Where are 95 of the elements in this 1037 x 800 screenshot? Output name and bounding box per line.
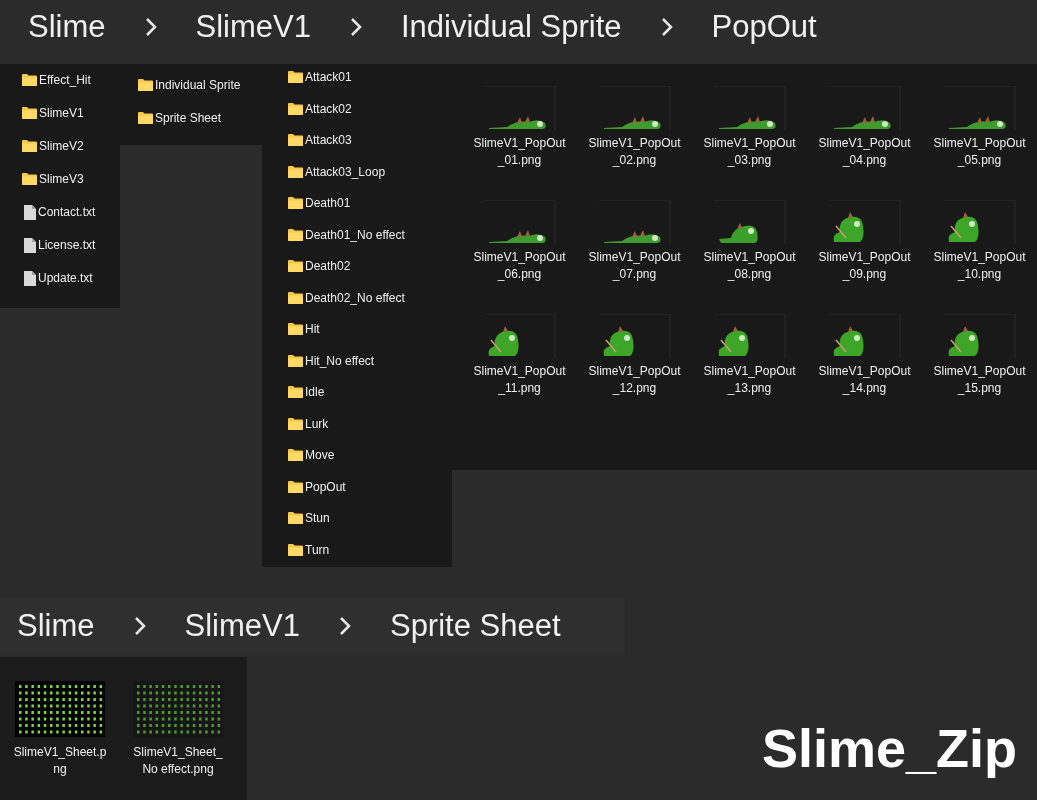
slime-sprite-icon bbox=[946, 114, 1009, 130]
chevron-icon bbox=[659, 16, 674, 38]
folder-icon bbox=[288, 197, 303, 209]
folder-icon bbox=[22, 173, 37, 185]
folder-icon bbox=[288, 543, 303, 556]
breadcrumb-item[interactable]: SlimeV1 bbox=[184, 602, 300, 650]
folder-icon bbox=[288, 386, 303, 398]
file-list-item[interactable]: Attack03 bbox=[288, 131, 452, 149]
image-file-item[interactable]: SlimeV1_PopOut _02.png bbox=[577, 86, 692, 169]
folder-icon bbox=[288, 417, 303, 430]
file-list-item[interactable]: Move bbox=[288, 446, 452, 464]
folder-icon bbox=[288, 260, 303, 272]
folder-icon bbox=[288, 102, 303, 115]
chevron-icon bbox=[143, 16, 158, 38]
file-list-item[interactable]: Contact.txt bbox=[22, 203, 120, 221]
slime-sprite-icon bbox=[601, 326, 636, 358]
image-file-item[interactable]: SlimeV1_PopOut _14.png bbox=[807, 314, 922, 397]
slime-sprite-icon bbox=[716, 326, 751, 358]
folder-icon bbox=[288, 354, 303, 367]
document-icon bbox=[24, 237, 36, 253]
slime-sprite-icon bbox=[601, 228, 664, 244]
file-list-item[interactable]: SlimeV2 bbox=[22, 137, 120, 155]
slime-sprite-icon bbox=[486, 326, 521, 358]
folder-icon bbox=[138, 79, 153, 91]
file-list-item[interactable]: Hit_No effect bbox=[288, 351, 452, 370]
chevron-icon bbox=[348, 16, 363, 38]
image-file-item[interactable]: SlimeV1_Sheet.p ng bbox=[14, 681, 106, 800]
file-list-item[interactable]: Effect_Hit bbox=[22, 71, 120, 89]
file-list-item[interactable]: Attack02 bbox=[288, 99, 452, 118]
file-list-item[interactable]: SlimeV1 bbox=[22, 104, 120, 122]
folder-icon bbox=[288, 512, 303, 524]
image-file-item[interactable]: SlimeV1_PopOut _12.png bbox=[577, 314, 692, 397]
image-file-item[interactable]: SlimeV1_PopOut _07.png bbox=[577, 200, 692, 283]
file-list-item[interactable]: Death01_No effect bbox=[288, 225, 452, 244]
slime-sprite-icon bbox=[716, 114, 779, 130]
image-file-item[interactable]: SlimeV1_PopOut _13.png bbox=[692, 314, 807, 397]
folder-icon bbox=[288, 165, 303, 178]
file-list-item[interactable]: Death01 bbox=[288, 194, 452, 212]
image-file-item[interactable]: SlimeV1_PopOut _08.png bbox=[692, 200, 807, 283]
file-list-item[interactable]: Individual Sprite bbox=[138, 76, 262, 94]
folder-icon bbox=[22, 140, 37, 152]
image-file-item[interactable]: SlimeV1_PopOut _06.png bbox=[462, 200, 577, 283]
file-list-item[interactable]: Death02 bbox=[288, 257, 452, 275]
file-list-item[interactable]: License.txt bbox=[22, 236, 120, 254]
image-file-item[interactable]: SlimeV1_PopOut _10.png bbox=[922, 200, 1037, 283]
image-file-item[interactable]: SlimeV1_PopOut _04.png bbox=[807, 86, 922, 169]
file-list-item[interactable]: SlimeV3 bbox=[22, 170, 120, 188]
folder-icon bbox=[288, 480, 303, 493]
folder-icon bbox=[288, 449, 303, 461]
breadcrumb-item[interactable]: PopOut bbox=[711, 3, 817, 51]
slime-sprite-icon bbox=[831, 326, 866, 358]
file-list-item[interactable]: Idle bbox=[288, 383, 452, 401]
file-list-item[interactable]: Lurk bbox=[288, 414, 452, 433]
caption-title: Slime_Zip bbox=[761, 717, 1017, 780]
folder-icon bbox=[288, 323, 303, 335]
breadcrumb-item[interactable]: Individual Sprite bbox=[400, 3, 622, 51]
folder-icon bbox=[288, 71, 303, 83]
image-file-item[interactable]: SlimeV1_Sheet_ No effect.png bbox=[132, 681, 224, 800]
image-file-item[interactable]: SlimeV1_PopOut _11.png bbox=[462, 314, 577, 397]
chevron-icon bbox=[337, 615, 352, 637]
file-list-item[interactable]: Sprite Sheet bbox=[138, 109, 262, 127]
document-icon bbox=[24, 270, 36, 286]
image-file-item[interactable]: SlimeV1_PopOut _15.png bbox=[922, 314, 1037, 397]
file-list-item[interactable]: Death02_No effect bbox=[288, 288, 452, 307]
folder-icon bbox=[22, 74, 37, 86]
breadcrumb-item[interactable]: Slime bbox=[17, 602, 95, 650]
slime-sprite-icon bbox=[716, 222, 761, 244]
slime-sprite-icon bbox=[946, 326, 981, 358]
folder-icon bbox=[288, 291, 303, 304]
file-list-item[interactable]: Attack03_Loop bbox=[288, 162, 452, 181]
breadcrumb-item[interactable]: Sprite Sheet bbox=[389, 602, 561, 650]
slime-sprite-icon bbox=[831, 114, 894, 130]
breadcrumb-item[interactable]: Slime bbox=[28, 3, 106, 51]
slime-sprite-icon bbox=[486, 228, 549, 244]
breadcrumb-item[interactable]: SlimeV1 bbox=[195, 3, 311, 51]
folder-icon bbox=[138, 112, 153, 124]
image-file-item[interactable]: SlimeV1_PopOut _05.png bbox=[922, 86, 1037, 169]
image-file-item[interactable]: SlimeV1_PopOut _01.png bbox=[462, 86, 577, 169]
image-file-item[interactable]: SlimeV1_PopOut _03.png bbox=[692, 86, 807, 169]
image-file-item[interactable]: SlimeV1_PopOut _09.png bbox=[807, 200, 922, 283]
slime-sprite-icon bbox=[831, 212, 866, 244]
folder-icon bbox=[22, 107, 37, 119]
folder-icon bbox=[288, 228, 303, 241]
file-list-item[interactable]: Stun bbox=[288, 509, 452, 527]
slime-sprite-icon bbox=[486, 114, 549, 130]
folder-icon bbox=[288, 134, 303, 146]
slime-sprite-icon bbox=[601, 114, 664, 130]
file-list-item[interactable]: Turn bbox=[288, 540, 452, 559]
document-icon bbox=[24, 204, 36, 220]
slime-sprite-icon bbox=[946, 212, 981, 244]
file-list-item[interactable]: Attack01 bbox=[288, 68, 452, 86]
chevron-icon bbox=[132, 615, 147, 637]
file-list-item[interactable]: PopOut bbox=[288, 477, 452, 496]
file-list-item[interactable]: Update.txt bbox=[22, 269, 120, 287]
file-list-item[interactable]: Hit bbox=[288, 320, 452, 338]
